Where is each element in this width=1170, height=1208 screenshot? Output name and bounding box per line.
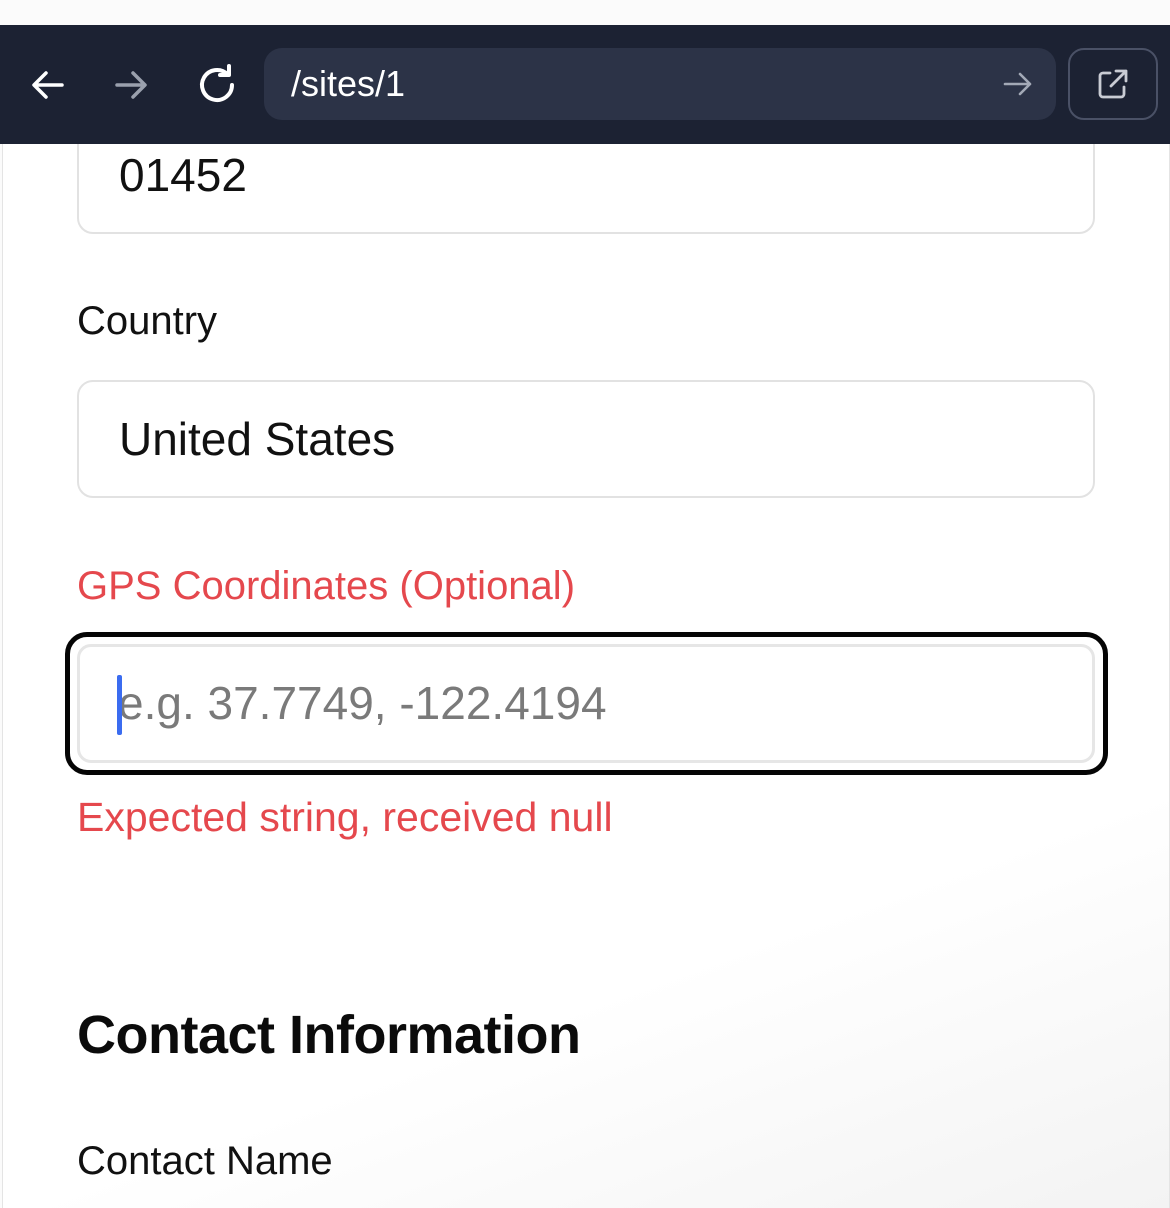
url-bar[interactable]: /sites/1 bbox=[264, 48, 1056, 120]
country-value: United States bbox=[119, 413, 396, 465]
reload-icon bbox=[200, 64, 234, 102]
browser-toolbar: /sites/1 bbox=[0, 25, 1170, 144]
arrow-left-icon bbox=[32, 71, 64, 99]
external-link-icon bbox=[1098, 69, 1128, 99]
arrow-right-icon bbox=[115, 71, 147, 99]
reload-button[interactable] bbox=[189, 57, 245, 113]
country-label: Country bbox=[77, 299, 218, 343]
country-field[interactable]: United States bbox=[77, 380, 1095, 498]
contact-section-title: Contact Information bbox=[77, 1005, 581, 1065]
url-text: /sites/1 bbox=[291, 63, 406, 104]
page: /sites/1 01452 Country United States GPS… bbox=[0, 0, 1170, 1208]
gps-error-message: Expected string, received null bbox=[77, 794, 613, 840]
back-button[interactable] bbox=[20, 57, 76, 113]
postal-code-field[interactable]: 01452 bbox=[77, 144, 1095, 234]
forward-button[interactable] bbox=[103, 57, 159, 113]
form-content: 01452 Country United States GPS Coordina… bbox=[2, 144, 1170, 1208]
postal-code-value: 01452 bbox=[119, 149, 247, 201]
arrow-right-icon[interactable] bbox=[1000, 66, 1036, 102]
gps-placeholder: e.g. 37.7749, -122.4194 bbox=[118, 677, 607, 729]
contact-name-label: Contact Name bbox=[77, 1139, 333, 1183]
open-external-button[interactable] bbox=[1068, 48, 1158, 120]
gps-label: GPS Coordinates (Optional) bbox=[77, 564, 576, 608]
text-caret bbox=[117, 675, 122, 735]
top-strip bbox=[0, 0, 1170, 25]
gps-coordinates-input[interactable]: e.g. 37.7749, -122.4194 bbox=[77, 644, 1095, 763]
